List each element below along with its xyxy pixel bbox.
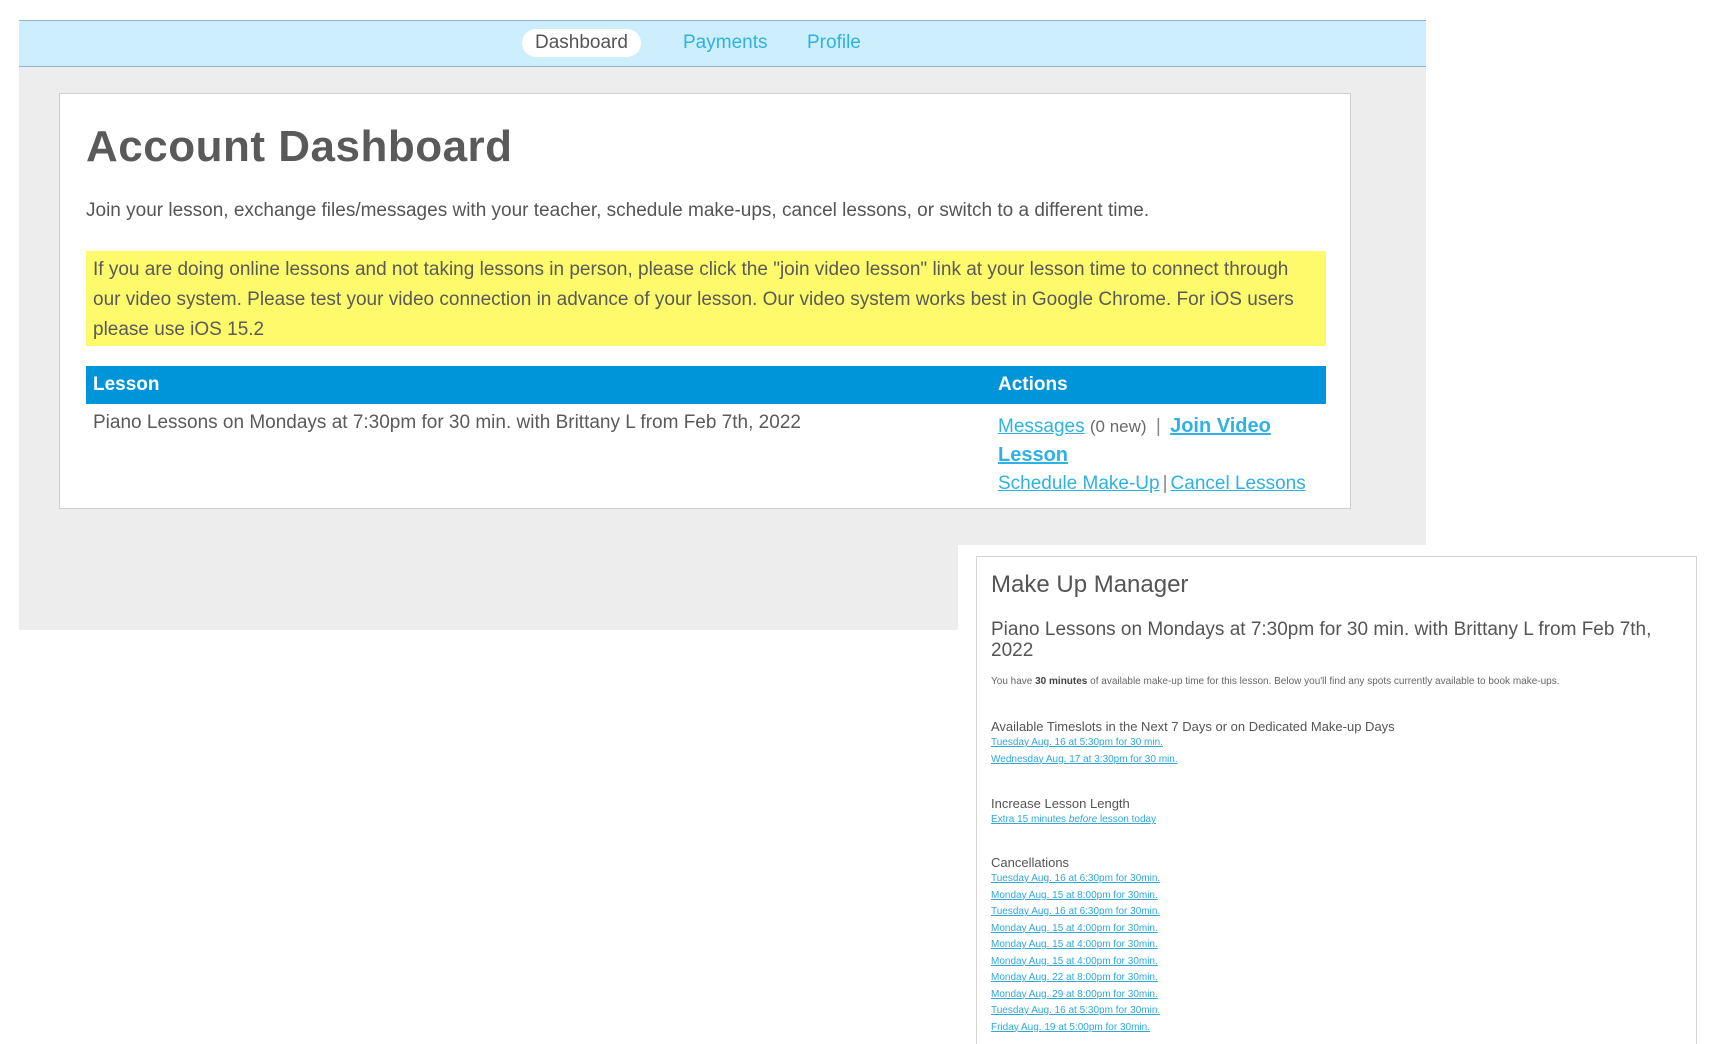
dashboard-page: Dashboard Payments Profile Account Dashb… [19, 0, 1426, 630]
cancellation-slot-link[interactable]: Monday Aug. 15 at 8:00pm for 30min. [991, 888, 1160, 905]
increase-length-heading: Increase Lesson Length [991, 796, 1130, 811]
available-timeslots-section: Available Timeslots in the Next 7 Days o… [991, 718, 1395, 768]
cancel-lessons-link[interactable]: Cancel Lessons [1171, 473, 1306, 494]
cancellation-slot-link[interactable]: Tuesday Aug. 16 at 6:30pm for 30min. [991, 904, 1160, 921]
cancellation-slot-link[interactable]: Monday Aug. 29 at 8:00pm for 30min. [991, 987, 1160, 1004]
lesson-actions: Messages (0 new) | Join Video Lesson Sch… [991, 404, 1326, 498]
available-slot-link[interactable]: Tuesday Aug. 16 at 5:30pm for 30 min. [991, 735, 1395, 752]
extra-link-prefix: Extra 15 minutes [991, 814, 1069, 825]
note-minutes: 30 minutes [1035, 676, 1088, 687]
background-artifact [772, 996, 876, 1044]
cancellation-slot-link[interactable]: Monday Aug. 15 at 4:00pm for 30min. [991, 954, 1160, 971]
makeup-manager-panel: Make Up Manager Piano Lessons on Mondays… [976, 556, 1697, 1044]
messages-count: (0 new) [1089, 417, 1147, 436]
makeup-manager-title: Make Up Manager [991, 571, 1189, 598]
column-header-lesson: Lesson [86, 366, 991, 404]
cancellation-slot-link[interactable]: Monday Aug. 15 at 4:00pm for 30min. [991, 921, 1160, 938]
page-top-strip [19, 0, 1426, 20]
lesson-table: Lesson Actions Piano Lessons on Mondays … [86, 366, 1326, 498]
cancellation-slot-link[interactable]: Friday Aug. 19 at 5:00pm for 30min. [991, 1020, 1160, 1037]
extra-link-suffix: lesson today [1097, 814, 1157, 825]
messages-link[interactable]: Messages [998, 416, 1085, 437]
lesson-description: Piano Lessons on Mondays at 7:30pm for 3… [93, 412, 801, 433]
table-row: Piano Lessons on Mondays at 7:30pm for 3… [86, 404, 1326, 498]
top-nav: Dashboard Payments Profile [19, 20, 1426, 67]
available-timeslots-heading: Available Timeslots in the Next 7 Days o… [991, 719, 1395, 734]
available-slot-link[interactable]: Wednesday Aug. 17 at 3:30pm for 30 min. [991, 752, 1395, 769]
nav-tab-profile[interactable]: Profile [794, 29, 874, 57]
cancellation-slot-link[interactable]: Tuesday Aug. 16 at 5:30pm for 30min. [991, 1003, 1160, 1020]
table-header-row: Lesson Actions [86, 366, 1326, 404]
dashboard-card: Account Dashboard Join your lesson, exch… [59, 93, 1351, 509]
makeup-time-note: You have 30 minutes of available make-up… [991, 676, 1560, 687]
schedule-makeup-link[interactable]: Schedule Make-Up [998, 473, 1160, 494]
increase-length-section: Increase Lesson Length Extra 15 minutes … [991, 795, 1156, 829]
action-separator: | [1155, 416, 1161, 437]
cancellation-slot-link[interactable]: Monday Aug. 15 at 4:00pm for 30min. [991, 937, 1160, 954]
note-prefix: You have [991, 676, 1036, 687]
nav-tab-dashboard[interactable]: Dashboard [522, 29, 641, 57]
intro-text: Join your lesson, exchange files/message… [86, 200, 1150, 221]
nav-tab-payments[interactable]: Payments [670, 29, 780, 57]
extra-minutes-link[interactable]: Extra 15 minutes before lesson today [991, 812, 1156, 829]
column-header-actions: Actions [991, 366, 1326, 404]
note-suffix: of available make-up time for this lesso… [1087, 676, 1560, 687]
page-title: Account Dashboard [86, 122, 513, 171]
video-notice: If you are doing online lessons and not … [86, 251, 1326, 346]
cancellation-slot-link[interactable]: Tuesday Aug. 16 at 6:30pm for 30min. [991, 871, 1160, 888]
background-artifact [115, 1030, 265, 1044]
extra-link-emphasis: before [1068, 814, 1098, 825]
makeup-lesson-title: Piano Lessons on Mondays at 7:30pm for 3… [991, 619, 1652, 661]
cancellation-slot-link[interactable]: Monday Aug. 22 at 8:00pm for 30min. [991, 970, 1160, 987]
action-separator: | [1162, 473, 1168, 494]
cancellations-heading: Cancellations [991, 855, 1070, 870]
cancellations-section: Cancellations Tuesday Aug. 16 at 6:30pm … [991, 854, 1160, 1036]
